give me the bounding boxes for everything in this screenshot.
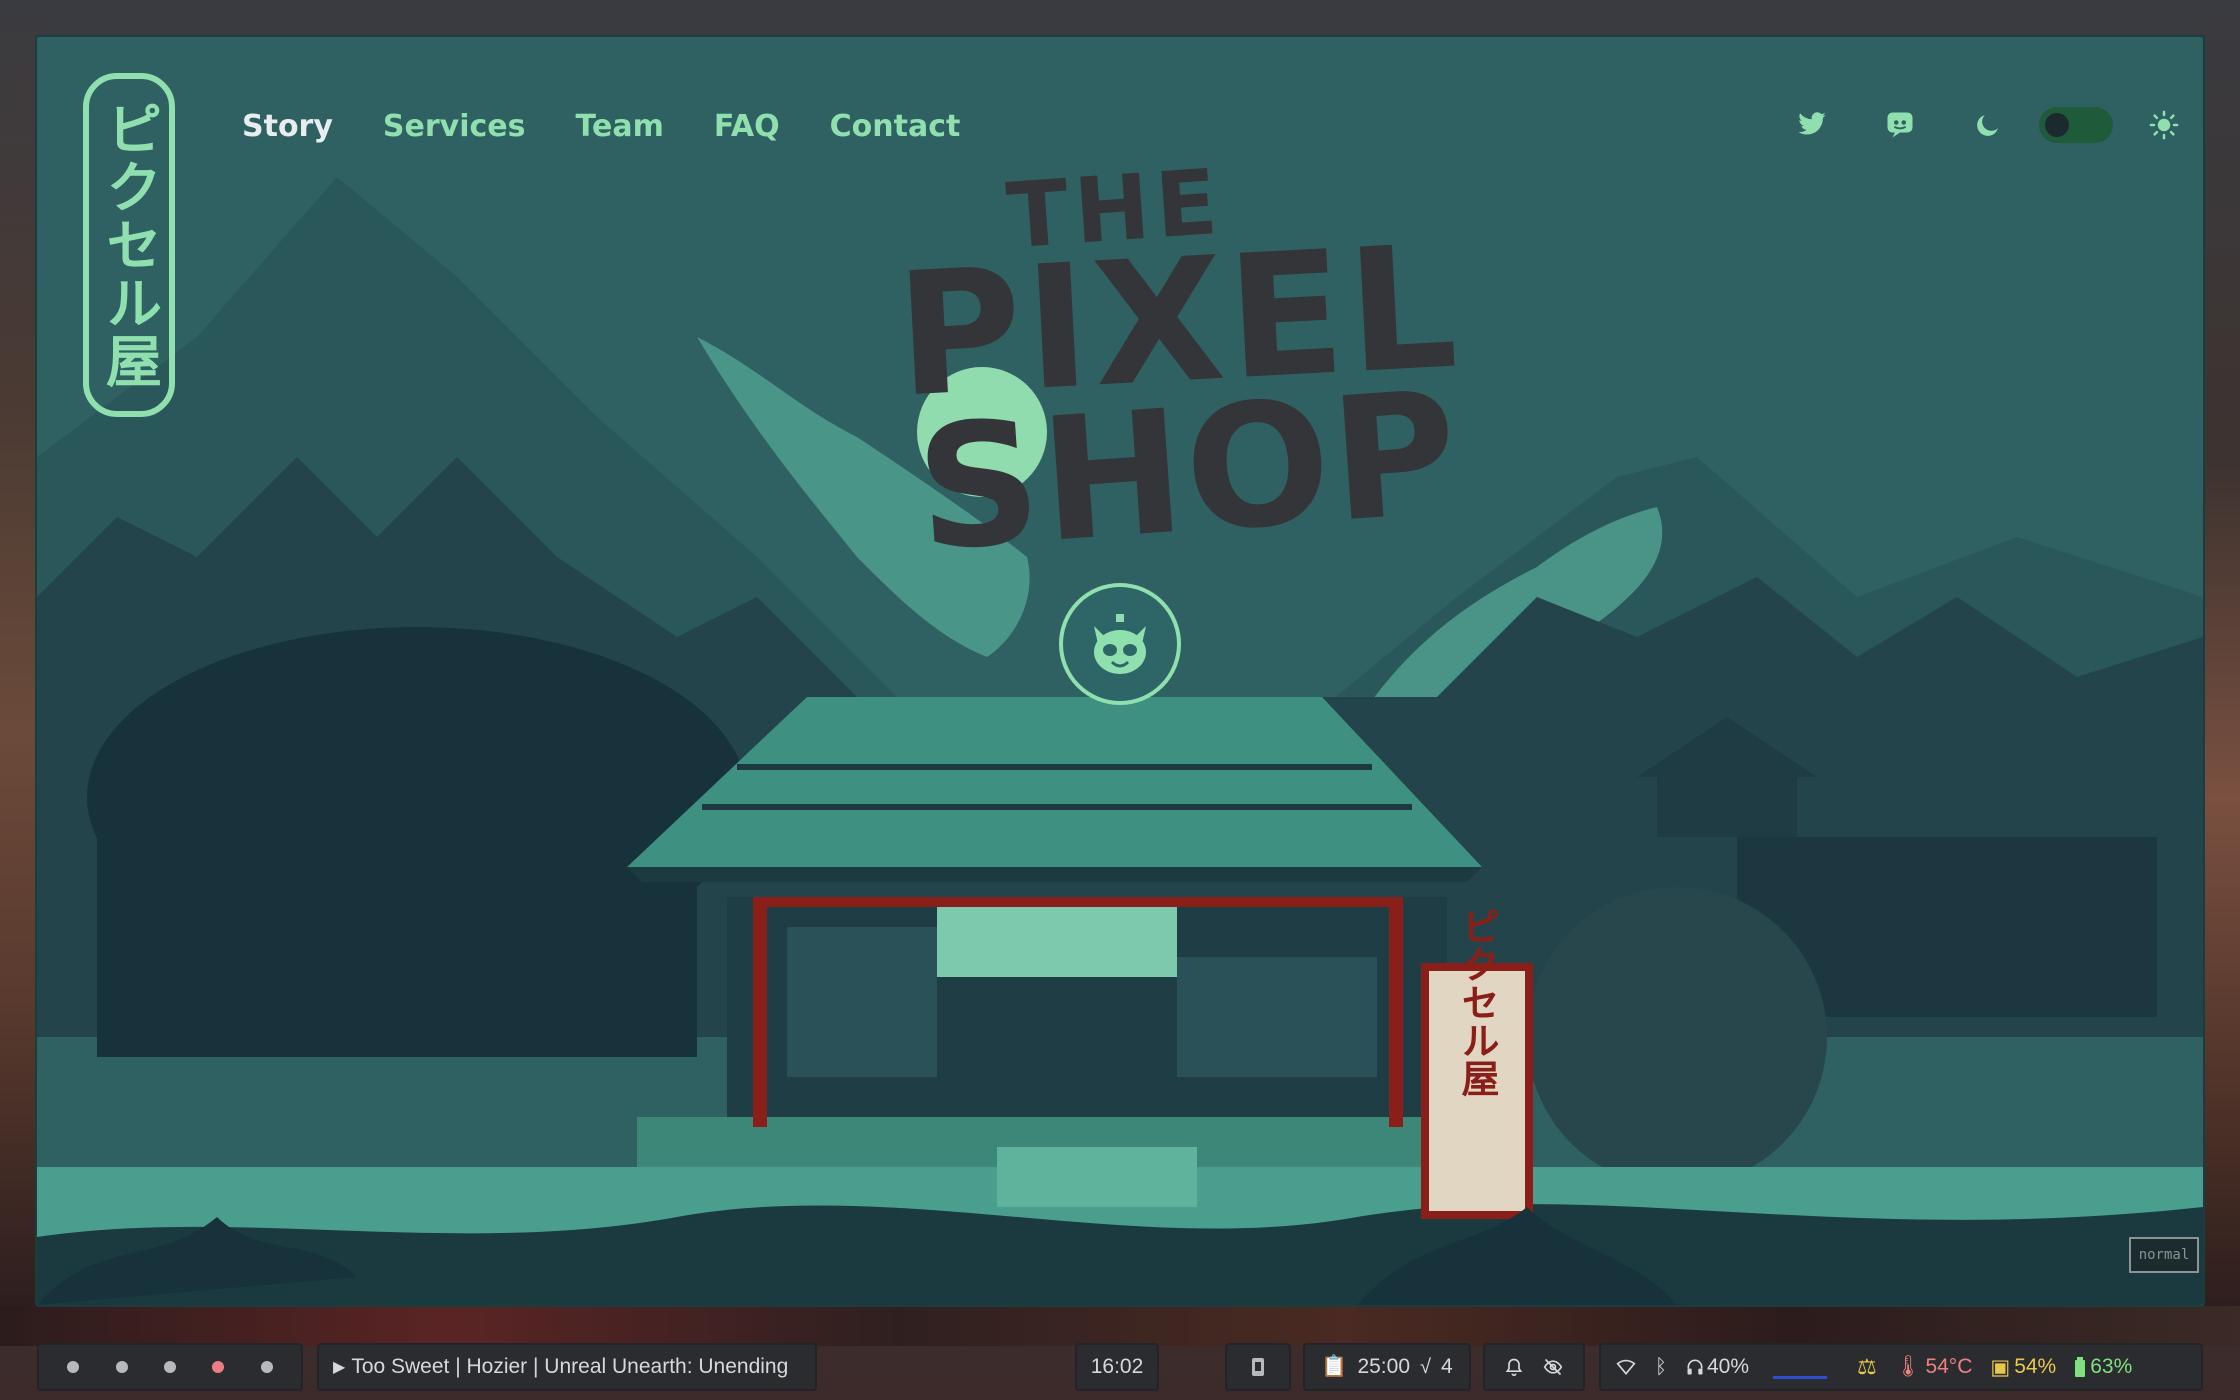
phone-icon <box>1252 1358 1264 1376</box>
wifi-icon[interactable] <box>1615 1357 1637 1377</box>
wallpaper-right <box>2200 0 2240 1330</box>
wallpaper-left <box>0 0 40 1330</box>
task-count: 4 <box>1441 1355 1453 1378</box>
temperature-widget[interactable]: 🌡 54°C <box>1895 1355 1973 1379</box>
media-player[interactable]: ▶ Too Sweet | Hozier | Unreal Unearth: U… <box>317 1343 817 1391</box>
audio-level: 40% <box>1707 1355 1750 1378</box>
main-nav: Story Services Team FAQ Contact <box>242 109 960 144</box>
cpu-value: 54% <box>2014 1355 2057 1378</box>
clipboard-icon: 📋 <box>1321 1355 1348 1378</box>
water-wheel <box>1527 887 1827 1187</box>
media-title: Too Sweet | Hozier | Unreal Unearth: Une… <box>351 1355 789 1378</box>
workspace-5[interactable] <box>260 1361 273 1373</box>
workspace-3[interactable] <box>163 1361 176 1373</box>
thermometer-icon: 🌡 <box>1894 1355 1922 1378</box>
eye-off-icon[interactable] <box>1542 1357 1564 1377</box>
temperature-value: 54°C <box>1925 1355 1973 1378</box>
taskbar: ▶ Too Sweet | Hozier | Unreal Unearth: U… <box>35 1343 2205 1391</box>
wallpaper-bottom <box>0 1306 2240 1346</box>
raccoon-icon[interactable] <box>1059 583 1181 705</box>
cpu-icon: ▣ <box>1990 1355 2011 1379</box>
title-shop: SHOP <box>910 354 1466 590</box>
pomodoro-widget[interactable]: 📋 25:00 √ 4 <box>1303 1343 1471 1391</box>
headphones-icon <box>1687 1359 1703 1375</box>
play-icon[interactable]: ▶ <box>333 1357 345 1377</box>
sun-icon[interactable] <box>2147 108 2181 142</box>
nav-link-services[interactable]: Services <box>383 109 526 144</box>
noren <box>937 907 1177 977</box>
browser-window: ピクセル屋 ピクセル屋 Story Services Team FAQ Cont… <box>35 35 2205 1307</box>
workspace-2[interactable] <box>115 1361 128 1373</box>
battery-widget[interactable]: 63% <box>2074 1355 2132 1379</box>
scale-icon[interactable]: ⚖ <box>1857 1354 1877 1380</box>
audio-bar <box>1773 1376 1828 1379</box>
device-widget[interactable] <box>1225 1343 1291 1391</box>
theme-toggle[interactable] <box>2039 107 2113 143</box>
workspace-4[interactable] <box>212 1361 225 1373</box>
workspace-1[interactable] <box>67 1361 80 1373</box>
bluetooth-icon[interactable]: ᛒ <box>1655 1356 1667 1379</box>
clock-time: 16:02 <box>1090 1355 1144 1378</box>
battery-icon <box>2075 1357 2086 1377</box>
nav-right-icons <box>1795 107 2181 143</box>
workspace-switcher <box>37 1343 303 1391</box>
nav-link-story[interactable]: Story <box>242 109 333 144</box>
moon-icon[interactable] <box>1971 108 2005 142</box>
cpu-widget[interactable]: ▣ 54% <box>1990 1355 2056 1380</box>
audio-widget[interactable]: 40% <box>1685 1355 1749 1379</box>
clock[interactable]: 16:02 <box>1075 1343 1159 1391</box>
bell-icon[interactable] <box>1504 1357 1524 1377</box>
nav-link-faq[interactable]: FAQ <box>714 109 780 144</box>
notification-widget <box>1483 1343 1585 1391</box>
battery-value: 63% <box>2090 1355 2133 1378</box>
discord-icon[interactable] <box>1883 108 1917 142</box>
twitter-icon[interactable] <box>1795 108 1829 142</box>
shop-sign-text: ピクセル屋 <box>1455 907 1499 1097</box>
nav-link-team[interactable]: Team <box>576 109 664 144</box>
timer-value: 25:00 <box>1357 1355 1411 1378</box>
mode-indicator: normal <box>2129 1237 2199 1273</box>
logo-badge[interactable]: ピクセル屋 <box>83 73 175 417</box>
logo-text: ピクセル屋 <box>96 100 162 390</box>
toggle-knob <box>2045 113 2069 137</box>
check-icon: √ <box>1420 1355 1431 1378</box>
nav-link-contact[interactable]: Contact <box>830 109 961 144</box>
system-tray: ᛒ 40% ⚖ 🌡 54°C ▣ 54% 63% <box>1599 1343 2203 1391</box>
